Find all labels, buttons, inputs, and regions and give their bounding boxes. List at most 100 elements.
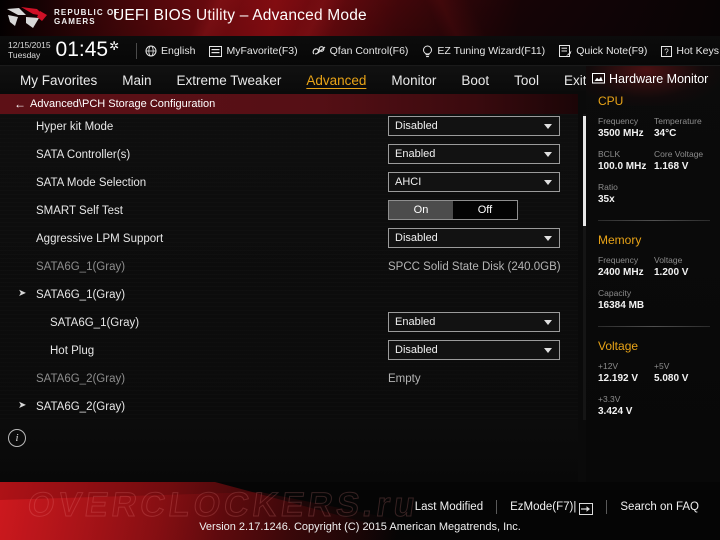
monitor-icon [592,73,605,84]
gear-icon[interactable]: ✲ [109,39,119,53]
hw-readout-value: 3500 MHz [598,128,644,139]
util-item-qfan-control[interactable]: Qfan Control(F6) [312,45,409,57]
tab-tool[interactable]: Tool [512,72,541,89]
hw-readout-value: 12.192 V [598,373,639,384]
settings-row[interactable]: SATA6G_2(Gray) Empty [0,366,578,394]
ezmode-label: EzMode(F7)| [510,501,577,513]
setting-dropdown[interactable]: Disabled [388,228,560,248]
setting-label: SMART Self Test [36,205,123,217]
tab-monitor[interactable]: Monitor [389,72,438,89]
setting-dropdown[interactable]: Disabled [388,116,560,136]
hw-readout: Frequency 3500 MHz [598,116,644,140]
hw-readout-label: Temperature [654,116,702,126]
setting-label: SATA6G_2(Gray) [36,401,126,413]
pane-footer [0,420,578,482]
util-item-ez-tuning-wizard[interactable]: EZ Tuning Wizard(F11) [422,45,545,58]
title-bar: REPUBLIC OF GAMERS UEFI BIOS Utility – A… [0,0,720,36]
setting-dropdown[interactable]: Enabled [388,312,560,332]
chevron-down-icon [544,152,552,157]
chevron-down-icon [544,180,552,185]
question-icon: ? [661,45,673,57]
settings-row[interactable]: SATA Controller(s) Enabled [0,142,578,170]
tab-my-favorites[interactable]: My Favorites [18,72,99,89]
settings-row[interactable]: SMART Self Test On Off [0,198,578,226]
smart-self-test-toggle[interactable]: On Off [388,200,518,220]
hw-readout-label: +5V [654,361,670,371]
hw-readout-value: 34°C [654,128,677,139]
settings-row[interactable]: Aggressive LPM Support Disabled [0,226,578,254]
dropdown-value: Enabled [395,148,436,160]
toggle-on-option[interactable]: On [389,201,453,219]
weekday-value: Tuesday [8,50,41,60]
expand-arrow-icon: ➤ [18,400,27,411]
settings-row[interactable]: ➤ SATA6G_2(Gray) [0,394,578,420]
util-item-english[interactable]: English [145,45,195,57]
rog-line-2: GAMERS [54,17,96,26]
hw-readout-label: Core Voltage [654,149,704,159]
setting-label: SATA Controller(s) [36,149,131,161]
setting-dropdown[interactable]: AHCI [388,172,560,192]
util-item-hot-keys[interactable]: ? Hot Keys [661,45,719,57]
hw-readout: Ratio 35x [598,182,618,206]
settings-row[interactable]: Hot Plug Disabled [0,338,578,366]
hw-readout-label: Voltage [654,255,683,265]
util-label: Qfan Control(F6) [329,45,409,57]
setting-label: SATA6G_2(Gray) [36,373,126,385]
hw-readout: Capacity 16384 MB [598,288,644,312]
tab-extreme-tweaker[interactable]: Extreme Tweaker [175,72,284,89]
divider [136,43,137,59]
version-text: Version 2.17.1246. Copyright (C) 2015 Am… [199,521,521,533]
search-faq-button[interactable]: Search on FAQ [607,501,712,513]
setting-dropdown[interactable]: Disabled [388,340,560,360]
time-value: 01:45 [55,38,109,61]
hw-readout: Frequency 2400 MHz [598,255,644,279]
setting-readonly-value: Empty [388,373,421,385]
hw-readout: +12V 12.192 V [598,361,638,385]
chevron-down-icon [544,124,552,129]
settings-row[interactable]: SATA6G_1(Gray) Enabled [0,310,578,338]
chevron-down-icon [544,348,552,353]
hw-readout: Core Voltage 1.168 V [654,149,703,173]
hw-readout-value: 1.168 V [654,161,689,172]
back-arrow-icon[interactable]: ← [14,97,26,111]
util-item-myfavorite[interactable]: MyFavorite(F3) [209,45,298,57]
setting-label: SATA6G_1(Gray) [36,289,126,301]
rog-eye-icon [7,7,47,28]
setting-label: Hyper kit Mode [36,121,114,133]
setting-readonly-value: SPCC Solid State Disk (240.0GB) [388,261,561,273]
tab-advanced[interactable]: Advanced [304,72,368,89]
util-label: English [161,45,196,57]
hw-readout: Temperature 34°C [654,116,702,140]
tab-main[interactable]: Main [120,72,153,89]
hw-readout-label: Capacity [598,288,632,298]
setting-label: Hot Plug [50,345,95,357]
nav-tab-list: My Favorites Main Extreme Tweaker Advanced M… [18,66,588,94]
tab-exit[interactable]: Exit [562,72,589,89]
hw-readout-label: +3.3V [598,394,621,404]
page-title: UEFI BIOS Utility – Advanced Mode [113,7,367,24]
settings-row[interactable]: SATA6G_1(Gray) SPCC Solid State Disk (240… [0,254,578,282]
clock-widget: 12/15/2015 Tuesday 01:45 ✲ [8,38,119,62]
settings-list: Hyper kit Mode Disabled SATA Controller(s)… [0,114,578,420]
toggle-off-option[interactable]: Off [453,201,517,219]
settings-row[interactable]: SATA Mode Selection AHCI [0,170,578,198]
hw-readout-label: Frequency [598,116,639,126]
note-icon [559,45,572,57]
info-icon[interactable]: i [8,429,26,447]
tab-boot[interactable]: Boot [459,72,491,89]
settings-row[interactable]: ➤ SATA6G_1(Gray) [0,282,578,310]
hw-readout-label: Ratio [598,182,618,192]
hw-readout-label: +12V [598,361,619,371]
last-modified-button[interactable]: Last Modified [402,501,496,513]
bulb-icon [423,45,433,57]
settings-row[interactable]: Hyper kit Mode Disabled [0,114,578,142]
util-label: MyFavorite(F3) [226,45,298,57]
util-item-quick-note[interactable]: Quick Note(F9) [559,45,647,57]
util-label: Quick Note(F9) [576,45,648,57]
hw-readout-value: 1.200 V [654,267,689,278]
hardware-monitor-title: Hardware Monitor [609,72,709,86]
hw-readout-value: 3.424 V [598,406,633,417]
ezmode-button[interactable]: EzMode(F7)| [497,501,606,515]
setting-dropdown[interactable]: Enabled [388,144,560,164]
divider [598,220,710,221]
